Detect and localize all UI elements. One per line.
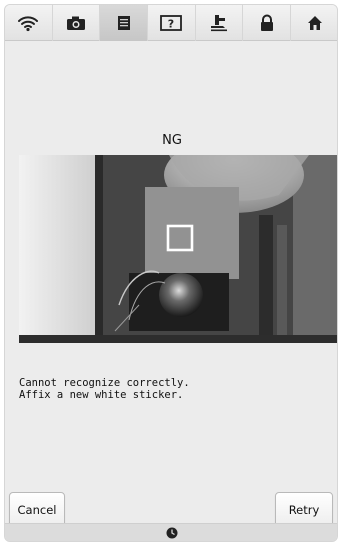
error-message: Cannot recognize correctly. Affix a new … (19, 377, 190, 401)
svg-text:?: ? (168, 18, 174, 31)
lock-button[interactable] (243, 5, 292, 41)
help-button[interactable]: ? (148, 5, 196, 41)
top-toolbar: ? (5, 5, 337, 41)
presser-foot-icon (211, 15, 228, 32)
camera-icon (67, 16, 86, 30)
home-icon (307, 16, 322, 30)
presser-foot-button[interactable] (196, 5, 244, 41)
help-icon: ? (160, 15, 183, 31)
message-line-2: Affix a new white sticker. (19, 389, 184, 401)
lock-icon (260, 14, 273, 31)
clock-icon (166, 527, 178, 538)
message-line-1: Cannot recognize correctly. (19, 377, 190, 389)
document-icon (117, 16, 130, 30)
wifi-button[interactable] (5, 5, 53, 41)
home-button[interactable] (291, 5, 337, 41)
document-button[interactable] (100, 5, 149, 41)
camera-button[interactable] (53, 5, 101, 41)
camera-preview (19, 155, 337, 343)
wifi-icon (18, 16, 39, 32)
result-title: NG (162, 133, 182, 148)
status-bar (5, 523, 337, 541)
screen-frame: ? NG Cannot recognize correctly. Affix a… (4, 4, 338, 542)
